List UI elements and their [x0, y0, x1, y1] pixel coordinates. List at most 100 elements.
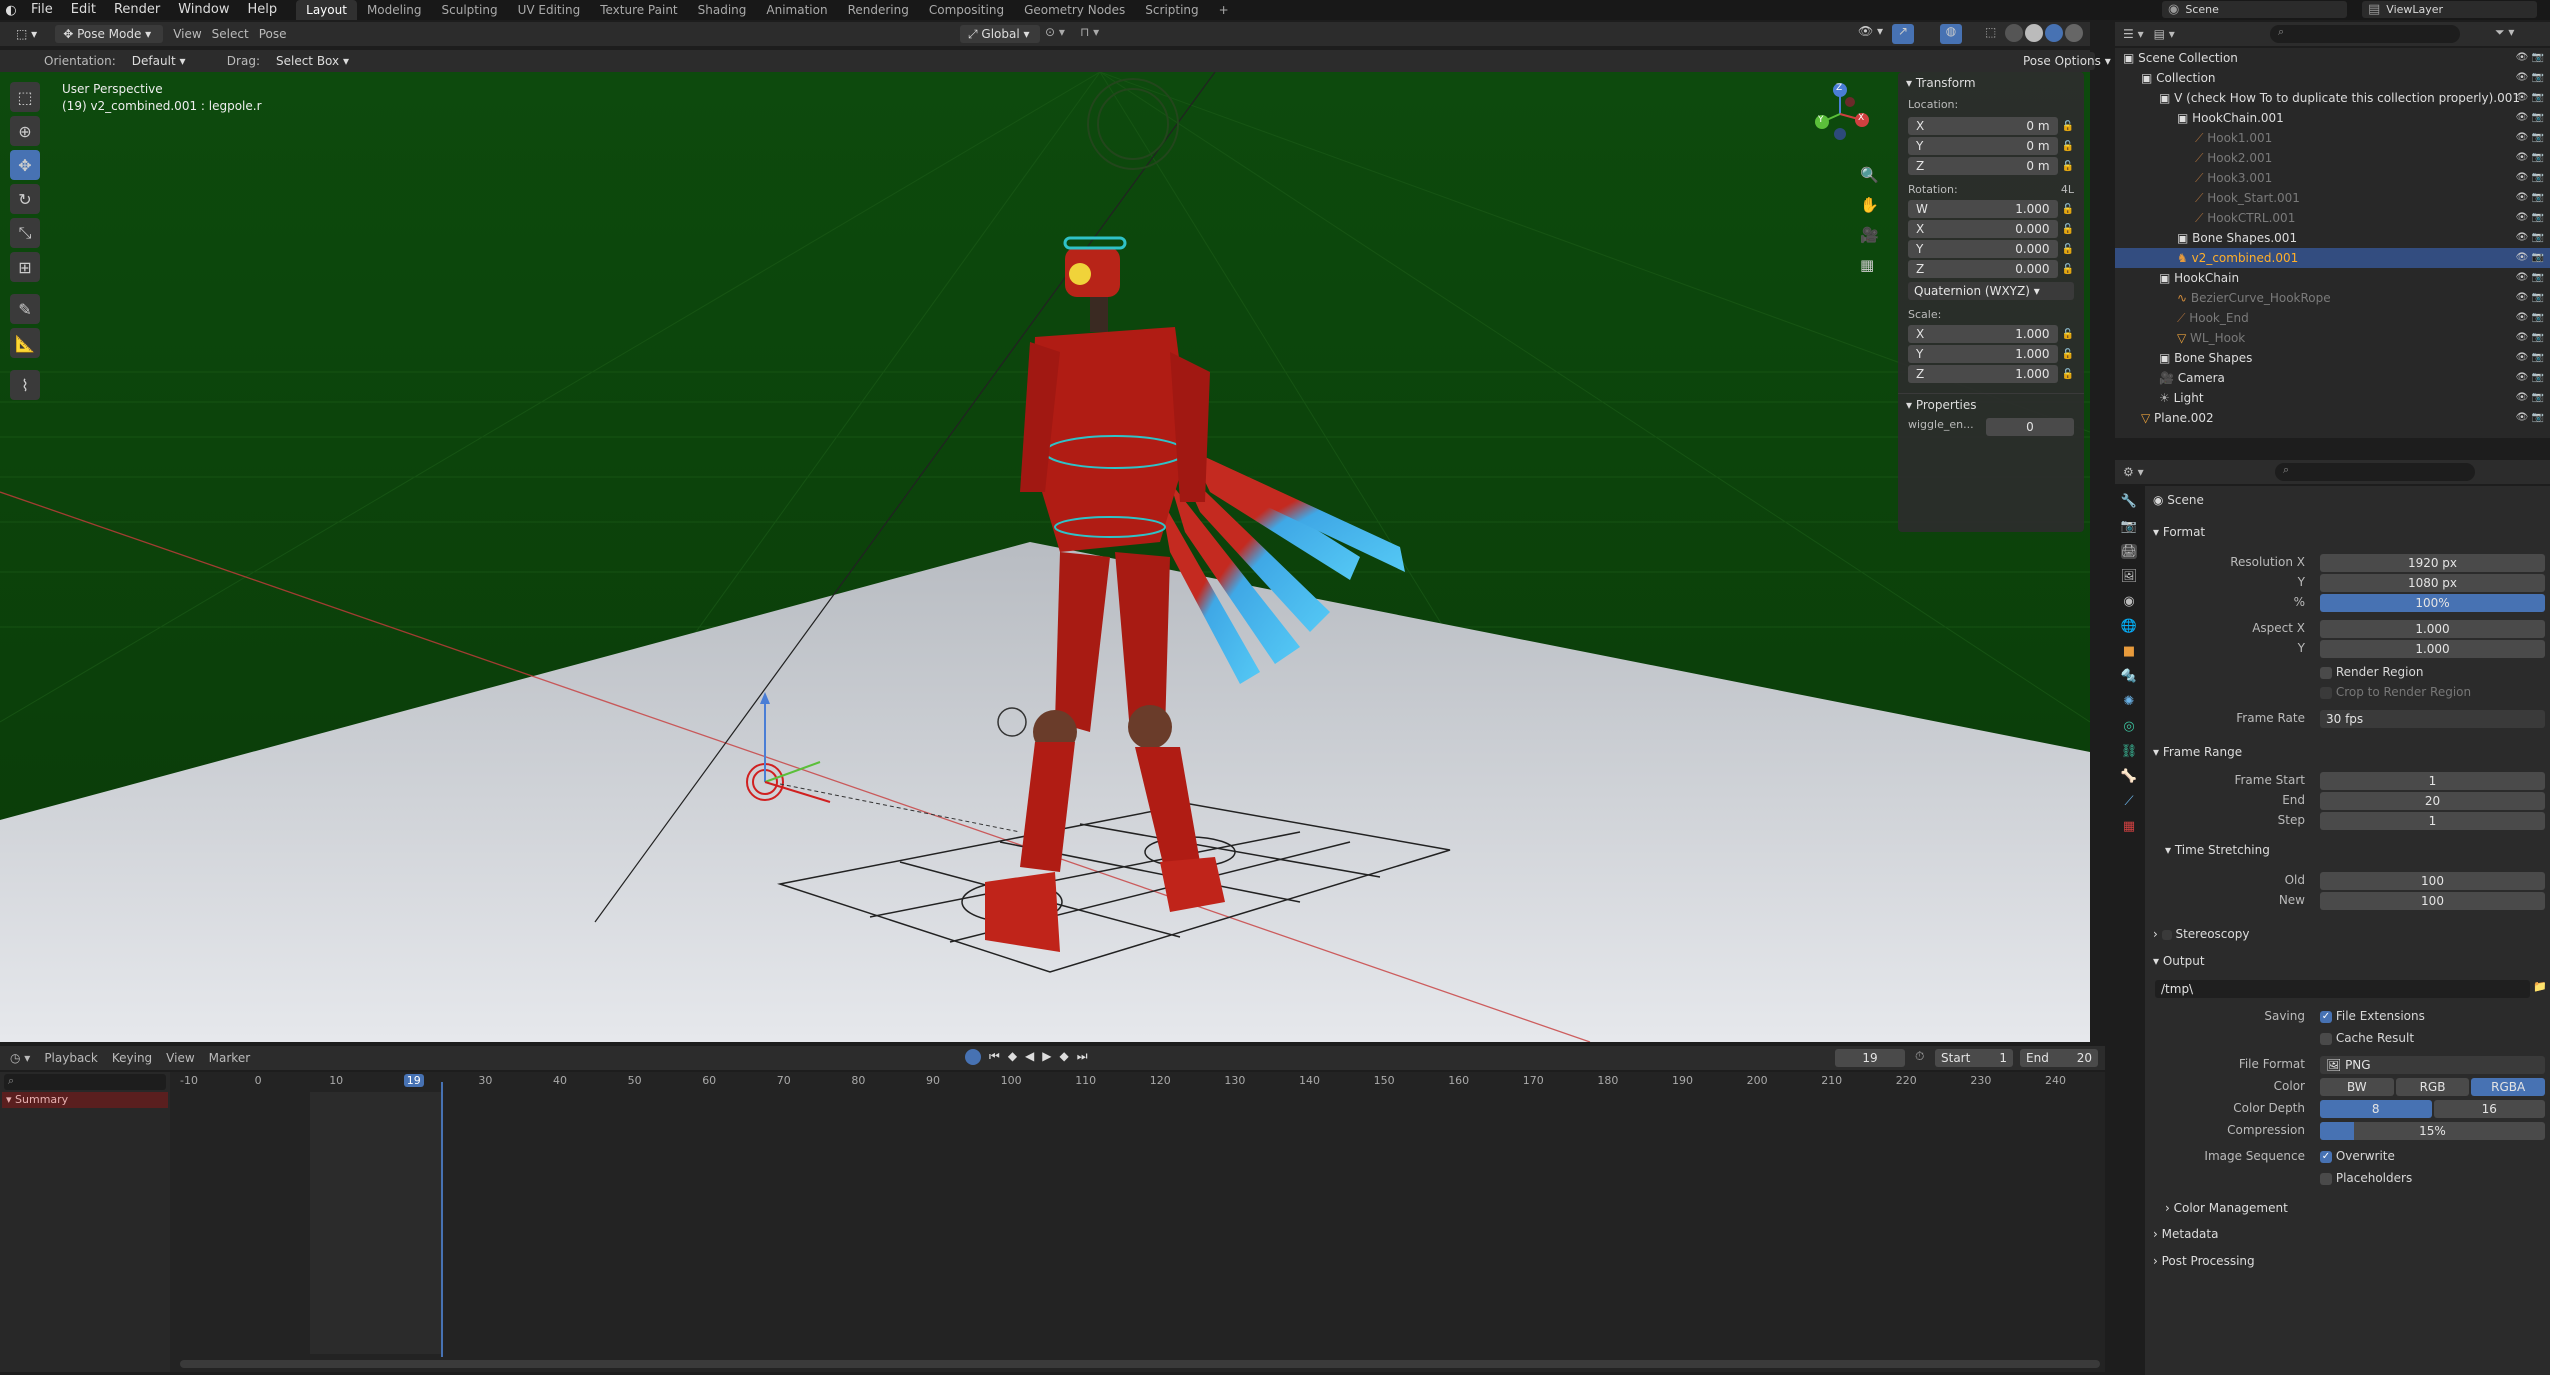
- loc-x-field[interactable]: X 0 m: [1908, 117, 2058, 135]
- outliner-item-hook-end[interactable]: ⟋ Hook_End 👁 📷: [2115, 308, 2550, 328]
- keying-menu[interactable]: Keying: [112, 1051, 152, 1065]
- resolution-percent-field[interactable]: 100%: [2320, 594, 2545, 612]
- lock-icon[interactable]: 🔓: [2062, 224, 2074, 235]
- overwrite-checkbox[interactable]: ✓ Overwrite: [2320, 1146, 2395, 1166]
- editor-type-button[interactable]: ⬚ ▾: [8, 25, 46, 43]
- color-rgba-option[interactable]: RGBA: [2471, 1078, 2546, 1096]
- measure-tool-icon[interactable]: 📐: [10, 328, 40, 358]
- outliner-item-hookchain[interactable]: ▣ HookChain 👁 📷: [2115, 268, 2550, 288]
- marker-menu[interactable]: Marker: [209, 1051, 250, 1065]
- pose-menu[interactable]: Pose: [259, 27, 287, 41]
- blender-logo-icon[interactable]: ◐: [0, 3, 22, 18]
- visibility-toggle-icon[interactable]: 👁 📷: [2516, 48, 2544, 68]
- sidebar-tab-tool[interactable]: Tool: [2088, 121, 2090, 142]
- lock-icon[interactable]: 🔓: [2062, 141, 2074, 152]
- loc-z-field[interactable]: Z 0 m: [1908, 157, 2058, 175]
- view-menu[interactable]: View: [173, 27, 201, 41]
- lock-icon[interactable]: 🔓: [2062, 121, 2074, 132]
- visibility-toggle-icon[interactable]: 👁 📷: [2516, 68, 2544, 88]
- lock-icon[interactable]: 🔓: [2062, 264, 2074, 275]
- outliner-item-hook1-001[interactable]: ⟋ Hook1.001 👁 📷: [2115, 128, 2550, 148]
- timeline-area[interactable]: ⌕ ▾ Summary -10 0 10 19 30 40 50 60 70 80 90 100 110…: [0, 1072, 2105, 1372]
- wireframe-shading-icon[interactable]: [2005, 24, 2023, 42]
- start-frame-field[interactable]: Start 1: [1935, 1049, 2013, 1067]
- tool-tab-icon[interactable]: 🔧: [2121, 494, 2137, 509]
- folder-browse-icon[interactable]: 📁: [2533, 980, 2547, 993]
- zoom-icon[interactable]: 🔍: [1860, 166, 1879, 184]
- rotation-mode-dropdown[interactable]: Quaternion (WXYZ) ▾: [1908, 282, 2074, 300]
- frame-start-field[interactable]: 1: [2320, 772, 2545, 790]
- outliner-item-plane-002[interactable]: ▽ Plane.002 👁 📷: [2115, 408, 2550, 428]
- mode-dropdown[interactable]: ✥ Pose Mode ▾: [55, 25, 164, 43]
- workspace-tab-compositing[interactable]: Compositing: [919, 0, 1014, 20]
- outliner-item-beziercurve-hookrope[interactable]: ∿ BezierCurve_HookRope 👁 📷: [2115, 288, 2550, 308]
- timeline-view-menu[interactable]: View: [166, 1051, 194, 1065]
- custom-property-value[interactable]: 0: [1986, 418, 2074, 436]
- timeline-editor-icon[interactable]: ◷ ▾: [10, 1051, 30, 1065]
- outliner-search-icon[interactable]: ⌕: [2270, 25, 2460, 43]
- visibility-toggle-icon[interactable]: 👁 📷: [2516, 228, 2544, 248]
- world-tab-icon[interactable]: 🌐: [2121, 619, 2137, 634]
- stereoscopy-section-header[interactable]: › Stereoscopy: [2153, 924, 2249, 944]
- workspace-tab-layout[interactable]: Layout: [296, 0, 357, 20]
- outliner-item-v-check-how-to-to-duplicate-this-collection-properly-001[interactable]: ▣ V (check How To to duplicate this coll…: [2115, 88, 2550, 108]
- scale-tool-icon[interactable]: ⤡: [10, 218, 40, 248]
- play-icon[interactable]: ▶: [1042, 1049, 1051, 1065]
- outliner-item-hookchain-001[interactable]: ▣ HookChain.001 👁 📷: [2115, 108, 2550, 128]
- transform-header[interactable]: ▾ Transform: [1898, 72, 2084, 94]
- file-extensions-checkbox[interactable]: ✓ File Extensions: [2320, 1006, 2425, 1026]
- lock-icon[interactable]: 🔓: [2062, 204, 2074, 215]
- visibility-toggle-icon[interactable]: 👁 📷: [2516, 208, 2544, 228]
- metadata-section-header[interactable]: › Metadata: [2153, 1224, 2218, 1244]
- move-tool-icon[interactable]: ✥: [10, 150, 40, 180]
- scene-tab-icon[interactable]: ◉: [2123, 594, 2134, 609]
- pan-hand-icon[interactable]: ✋: [1860, 196, 1879, 214]
- compression-slider[interactable]: 15%: [2320, 1122, 2545, 1140]
- workspace-tab-modeling[interactable]: Modeling: [357, 0, 432, 20]
- add-workspace-button[interactable]: +: [1209, 0, 1239, 20]
- outliner-item-bone-shapes[interactable]: ▣ Bone Shapes 👁 📷: [2115, 348, 2550, 368]
- rot-x-field[interactable]: X 0.000: [1908, 220, 2058, 238]
- output-section-header[interactable]: ▾ Output: [2153, 951, 2205, 971]
- auto-key-icon[interactable]: [965, 1049, 981, 1065]
- jump-end-icon[interactable]: ⏭: [1077, 1049, 1088, 1065]
- scl-x-field[interactable]: X 1.000: [1908, 325, 2058, 343]
- transform-orientation-dropdown[interactable]: ⤢ Global ▾: [960, 25, 1040, 43]
- visibility-toggle-icon[interactable]: 👁 📷: [2516, 148, 2544, 168]
- frame-step-field[interactable]: 1: [2320, 812, 2545, 830]
- rot-z-field[interactable]: Z 0.000: [1908, 260, 2058, 278]
- display-mode-icon[interactable]: ▤ ▾: [2154, 27, 2175, 41]
- camera-view-icon[interactable]: 🎥: [1860, 226, 1879, 244]
- lock-icon[interactable]: 🔓: [2062, 244, 2074, 255]
- placeholders-checkbox[interactable]: Placeholders: [2320, 1168, 2412, 1188]
- output-path-field[interactable]: /tmp\: [2155, 980, 2530, 998]
- annotate-tool-icon[interactable]: ✎: [10, 294, 40, 324]
- particles-tab-icon[interactable]: ✺: [2124, 694, 2135, 709]
- depth-8-option[interactable]: 8: [2320, 1100, 2432, 1118]
- prev-key-icon[interactable]: ◆: [1008, 1049, 1017, 1065]
- frame-rate-dropdown[interactable]: 30 fps: [2320, 710, 2545, 728]
- visibility-toggle-icon[interactable]: 👁 📷: [2516, 348, 2544, 368]
- summary-channel[interactable]: ▾ Summary: [2, 1092, 168, 1108]
- workspace-tab-texture-paint[interactable]: Texture Paint: [590, 0, 687, 20]
- rotation-lock-4d[interactable]: 4L: [2061, 183, 2074, 196]
- select-box-tool-icon[interactable]: ⬚: [10, 82, 40, 112]
- outliner-item-wl-hook[interactable]: ▽ WL_Hook 👁 📷: [2115, 328, 2550, 348]
- outliner-item-collection[interactable]: ▣ Collection 👁 📷: [2115, 68, 2550, 88]
- outliner-editor-icon[interactable]: ☰ ▾: [2123, 27, 2144, 41]
- rendered-shading-icon[interactable]: [2065, 24, 2083, 42]
- time-stretching-header[interactable]: ▾ Time Stretching: [2165, 840, 2270, 860]
- menu-window[interactable]: Window: [169, 0, 238, 20]
- color-management-header[interactable]: › Color Management: [2165, 1198, 2288, 1218]
- sidebar-tab-mcprep[interactable]: MCprep: [2088, 267, 2090, 309]
- 3d-viewport[interactable]: User Perspective (19) v2_combined.001 : …: [0, 72, 2090, 1042]
- visibility-toggle-icon[interactable]: 👁 📷: [2516, 128, 2544, 148]
- select-menu[interactable]: Select: [212, 27, 249, 41]
- file-format-dropdown[interactable]: 🖼 PNG: [2320, 1056, 2545, 1074]
- modifier-tab-icon[interactable]: 🔩: [2121, 669, 2137, 684]
- data-tab-icon[interactable]: 🦴: [2121, 769, 2137, 784]
- properties-editor-icon[interactable]: ⚙ ▾: [2123, 465, 2144, 479]
- rot-w-field[interactable]: W 1.000: [1908, 200, 2058, 218]
- visibility-toggle-icon[interactable]: 👁 📷: [2516, 268, 2544, 288]
- visibility-toggle-icon[interactable]: 👁 📷: [2516, 248, 2544, 268]
